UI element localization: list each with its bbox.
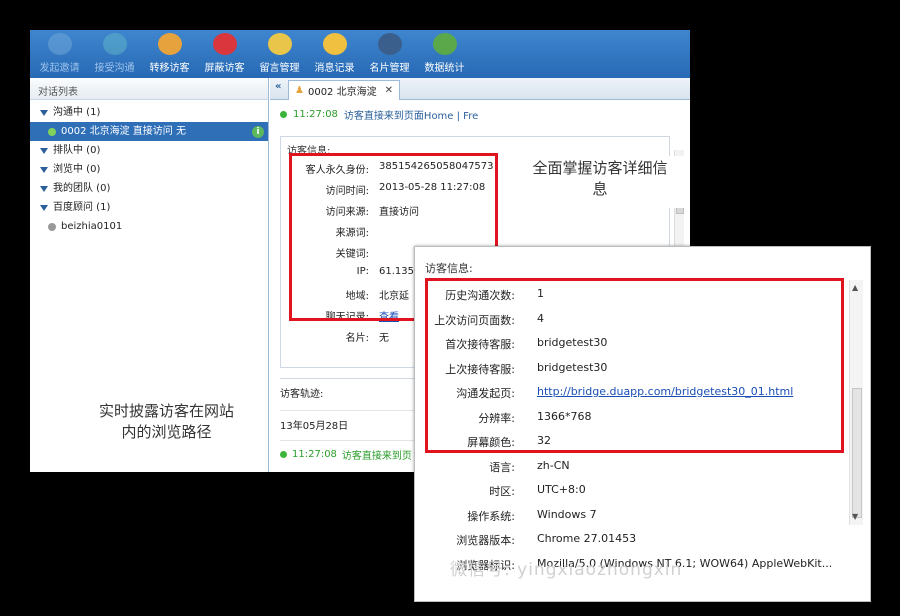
tree-item-label: 百度顾问 (1)	[53, 202, 111, 213]
bubble-icon	[47, 33, 72, 55]
online-dot-icon	[280, 111, 287, 118]
callout-pointer	[553, 207, 581, 225]
tree-item[interactable]: 我的团队 (0)	[30, 179, 268, 198]
popup-info-row: 浏览器版本: Chrome 27.01453	[415, 532, 815, 552]
tree-item[interactable]: 浏览中 (0)	[30, 160, 268, 179]
toolbar-button-7[interactable]: 数据统计	[417, 30, 472, 78]
popup-scrollbar[interactable]: ▲ ▼	[849, 280, 863, 525]
offline-dot-icon	[48, 222, 56, 231]
tree-item-label: 0002 北京海淀 直接访问 无	[61, 126, 186, 137]
toolbar-label: 数据统计	[424, 63, 465, 74]
expand-arrow-icon	[40, 204, 48, 211]
status-time: 11:27:08	[293, 109, 338, 120]
block-icon	[212, 33, 237, 55]
toolbar-label: 接受沟通	[94, 63, 135, 74]
toolbar: 发起邀请 接受沟通 转移访客 屏蔽访客 留言管理 消息记录 名片管理 数据统计	[30, 30, 690, 78]
toolbar-button-5[interactable]: 消息记录	[307, 30, 362, 78]
toolbar-button-0[interactable]: 发起邀请	[32, 30, 87, 78]
callout-detail: 全面掌握访客详细信息	[516, 156, 684, 208]
track-text: 访客直接来到页	[341, 451, 412, 462]
toolbar-button-2[interactable]: 转移访客	[142, 30, 197, 78]
online-dot-icon	[280, 451, 287, 458]
tree-item-label: 我的团队 (0)	[53, 183, 111, 194]
scroll-up-icon[interactable]: ▲	[852, 283, 858, 292]
visitor-detail-popup: 访客信息: 历史沟通次数: 1 上次访问页面数: 4 首次接待客服: bridgetest…	[414, 246, 871, 602]
user-transfer-icon	[157, 33, 182, 55]
visitor-info-key: 名片:	[345, 333, 369, 344]
toolbar-button-3[interactable]: 屏蔽访客	[197, 30, 252, 78]
tab-bar: « ♟ 0002 北京海淀 ✕	[270, 78, 690, 100]
tree-item-label: beizhia0101	[61, 221, 123, 232]
tree-item[interactable]: 百度顾问 (1)	[30, 198, 268, 217]
toolbar-label: 转移访客	[149, 63, 190, 74]
watermark: 微信号: yingxiaozhongxin	[450, 560, 683, 580]
toolbar-label: 发起邀请	[39, 63, 80, 74]
scroll-down-icon[interactable]: ▼	[852, 512, 858, 521]
popup-info-row: 时区: UTC+8:0	[415, 483, 815, 503]
toolbar-label: 名片管理	[369, 63, 410, 74]
card-icon	[377, 33, 402, 55]
clock-icon	[322, 33, 347, 55]
popup-info-value: UTC+8:0	[537, 483, 586, 496]
visitor-info-value: 无	[379, 333, 389, 344]
popup-info-row: 语言: zh-CN	[415, 459, 815, 479]
bar-chart-icon	[432, 33, 457, 55]
tree-item-label: 浏览中 (0)	[53, 164, 101, 175]
popup-title: 访客信息:	[425, 262, 473, 275]
tree-item-label: 排队中 (0)	[53, 145, 101, 156]
online-dot-icon	[48, 127, 56, 136]
tab-scroll-left-icon[interactable]: «	[275, 81, 281, 92]
conversation-list-header: 对话列表	[30, 78, 268, 100]
tree-item[interactable]: 沟通中 (1)	[30, 103, 268, 122]
expand-arrow-icon	[40, 166, 48, 173]
toolbar-button-1[interactable]: 接受沟通	[87, 30, 142, 78]
toolbar-button-6[interactable]: 名片管理	[362, 30, 417, 78]
popup-info-key: 语言:	[489, 460, 515, 474]
expand-arrow-icon	[40, 185, 48, 192]
popup-info-value: Chrome 27.01453	[537, 532, 637, 545]
callout-track: 实时披露访客在网站内的浏览路径	[84, 392, 249, 452]
popup-info-key: 时区:	[489, 485, 515, 498]
tree-item[interactable]: beizhia0101	[30, 217, 268, 236]
toolbar-button-4[interactable]: 留言管理	[252, 30, 307, 78]
popup-info-value: Windows 7	[537, 507, 597, 521]
conversation-tree: 沟通中 (1) 0002 北京海淀 直接访问 无 i 排队中 (0) 浏览中 (0) 我的…	[30, 100, 268, 236]
toolbar-label: 留言管理	[259, 63, 300, 74]
popup-info-key: 浏览器版本:	[456, 534, 515, 547]
tab-label: 0002 北京海淀	[307, 87, 377, 98]
popup-info-row: 操作系统: Windows 7	[415, 508, 815, 528]
popup-info-key: 操作系统:	[467, 509, 515, 523]
chat-check-icon	[102, 33, 127, 55]
tree-item-label: 沟通中 (1)	[53, 107, 101, 118]
visitor-icon: ♟	[295, 85, 304, 96]
toolbar-label: 屏蔽访客	[204, 63, 245, 74]
expand-arrow-icon	[40, 147, 48, 154]
close-icon[interactable]: ✕	[385, 85, 393, 96]
tree-item[interactable]: 排队中 (0)	[30, 141, 268, 160]
status-text: 访客直接来到页面Home | Fre	[343, 111, 479, 122]
visit-status-line: 11:27:08 访客直接来到页面Home | Fre	[270, 100, 690, 129]
popup-info-value: zh-CN	[537, 458, 570, 472]
highlight-box-popup	[425, 278, 844, 453]
track-time: 11:27:08	[292, 449, 337, 460]
tab-visitor-0002[interactable]: ♟ 0002 北京海淀 ✕	[288, 80, 400, 100]
info-icon[interactable]: i	[252, 125, 264, 138]
expand-arrow-icon	[40, 109, 48, 116]
tree-item[interactable]: 0002 北京海淀 直接访问 无 i	[30, 122, 268, 141]
envelope-icon	[267, 33, 292, 55]
toolbar-label: 消息记录	[314, 63, 355, 74]
